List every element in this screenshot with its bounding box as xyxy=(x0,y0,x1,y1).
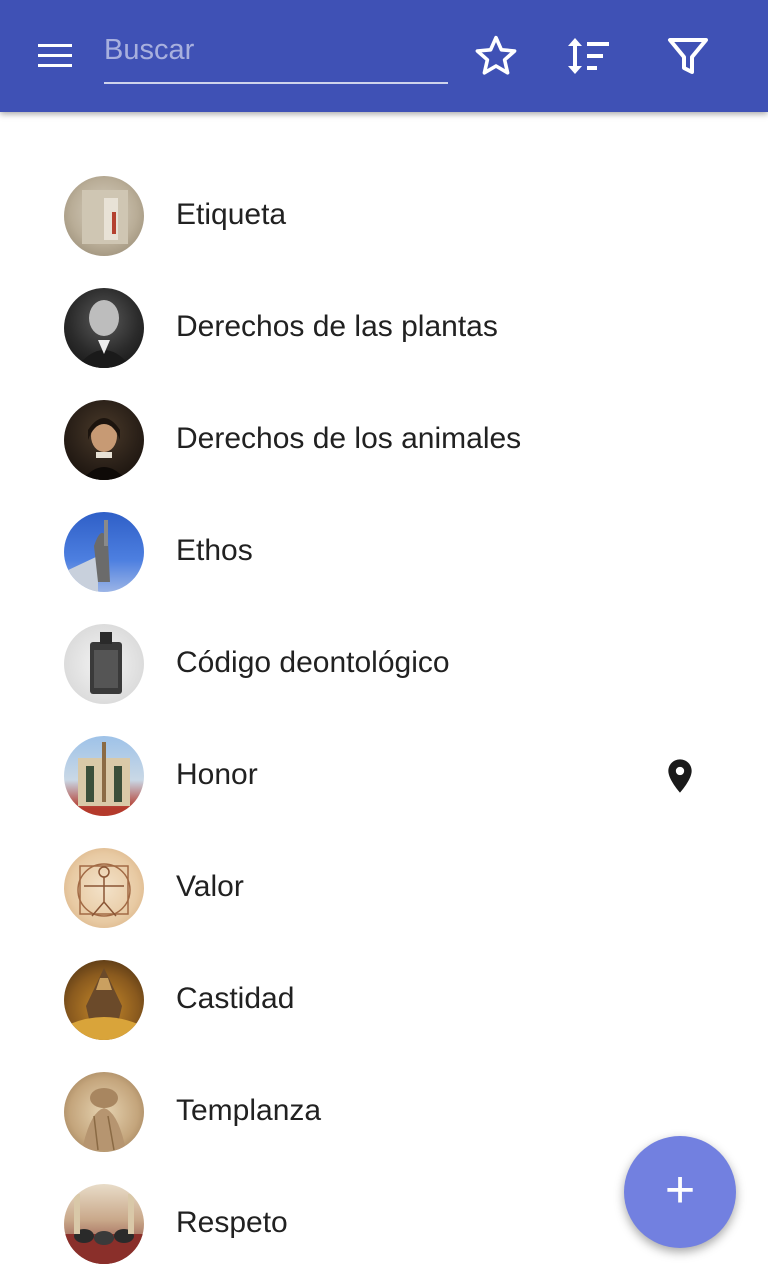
list-item[interactable]: Derechos de las plantas xyxy=(0,272,768,384)
item-label: Ethos xyxy=(176,534,253,567)
avatar xyxy=(64,288,144,368)
list-item[interactable]: Valor xyxy=(0,832,768,944)
item-label: Código deontológico xyxy=(176,646,450,679)
list-item[interactable]: Ethos xyxy=(0,496,768,608)
sort-icon[interactable] xyxy=(567,32,615,80)
avatar xyxy=(64,176,144,256)
search-field[interactable] xyxy=(104,22,448,84)
avatar xyxy=(64,848,144,928)
item-label: Templanza xyxy=(176,1094,322,1127)
list-item[interactable]: Etiqueta xyxy=(0,160,768,272)
item-label: Derechos de los animales xyxy=(176,422,522,455)
avatar xyxy=(64,1184,144,1264)
add-fab-button[interactable]: + xyxy=(624,1136,736,1248)
avatar xyxy=(64,960,144,1040)
article-list: Etiqueta Derechos de las plantas Derecho… xyxy=(0,160,768,1280)
item-label: Respeto xyxy=(176,1206,288,1239)
list-item[interactable]: Derechos de los animales xyxy=(0,384,768,496)
location-pin-icon[interactable] xyxy=(660,754,700,798)
app-bar xyxy=(0,0,768,112)
avatar xyxy=(64,624,144,704)
item-label: Derechos de las plantas xyxy=(176,310,498,343)
item-label: Castidad xyxy=(176,982,295,1015)
list-item[interactable]: Castidad xyxy=(0,944,768,1056)
search-input[interactable] xyxy=(104,22,448,78)
avatar xyxy=(64,400,144,480)
list-item[interactable]: Honor xyxy=(0,720,768,832)
list-item[interactable]: Código deontológico xyxy=(0,608,768,720)
item-label: Honor xyxy=(176,758,258,791)
item-label: Etiqueta xyxy=(176,198,287,231)
star-icon[interactable] xyxy=(472,32,520,80)
menu-icon[interactable] xyxy=(36,40,74,70)
item-label: Valor xyxy=(176,870,244,903)
avatar xyxy=(64,512,144,592)
avatar xyxy=(64,1072,144,1152)
filter-icon[interactable] xyxy=(664,32,712,80)
plus-icon: + xyxy=(664,1161,696,1219)
avatar xyxy=(64,736,144,816)
